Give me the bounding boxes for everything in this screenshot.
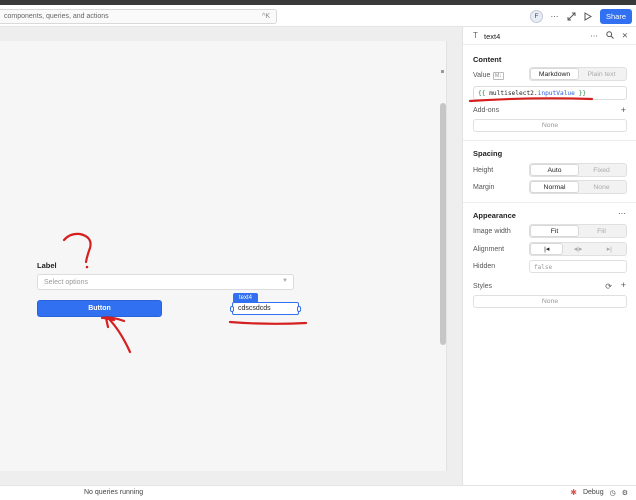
height-option-auto[interactable]: Auto — [531, 165, 578, 175]
section-divider — [463, 140, 636, 141]
expression-property: inputValue — [537, 90, 575, 97]
margin-label: Margin — [473, 184, 495, 191]
styles-label: Styles — [473, 283, 493, 290]
margin-toggle: Normal None — [529, 180, 627, 194]
app-button[interactable]: Button — [37, 300, 162, 317]
app-canvas[interactable] — [0, 41, 447, 471]
gear-icon[interactable]: ⚙ — [622, 489, 628, 497]
margin-option-normal[interactable]: Normal — [531, 182, 578, 192]
history-icon[interactable]: ◷ — [610, 489, 616, 497]
more-icon[interactable]: ⋯ — [618, 209, 626, 218]
styles-none-box[interactable]: None — [473, 295, 627, 308]
multiselect-placeholder: Select options — [44, 278, 88, 286]
resize-handle-right[interactable] — [297, 306, 301, 312]
chevron-down-icon: ▼ — [282, 278, 288, 284]
align-center-icon[interactable]: ◂|▸ — [562, 244, 593, 254]
addons-none-box[interactable]: None — [473, 119, 627, 132]
close-icon[interactable]: ✕ — [622, 31, 628, 41]
queries-status: No queries running — [84, 489, 144, 496]
alignment-label: Alignment — [473, 246, 505, 253]
canvas-scrollbar[interactable] — [440, 103, 446, 345]
add-addon-icon[interactable]: + — [621, 105, 626, 115]
more-icon[interactable]: ⋯ — [549, 11, 560, 22]
value-mode-toggle: Markdown Plain text — [529, 67, 627, 81]
image-width-label: Image width — [473, 228, 511, 235]
canvas-area — [0, 27, 462, 493]
multiselect-label: Label — [37, 261, 57, 270]
search-icon[interactable] — [606, 31, 614, 41]
content-heading: Content — [473, 55, 502, 64]
toolbar-actions: F ⋯ Share — [529, 8, 632, 25]
align-right-icon[interactable]: ▸| — [594, 244, 625, 254]
canvas-corner-marker — [441, 70, 444, 73]
multiselect-input[interactable]: Select options ▼ — [37, 274, 294, 290]
search-shortcut: ^K — [262, 13, 270, 20]
search-input[interactable]: components, queries, and actions ^K — [0, 9, 277, 24]
share-button[interactable]: Share — [599, 9, 632, 24]
reset-icon[interactable]: ⟳ — [605, 282, 612, 291]
debug-label[interactable]: Debug — [583, 489, 604, 496]
expression-object: multiselect2. — [489, 90, 538, 97]
image-width-toggle: Fit Fill — [529, 224, 627, 238]
height-toggle: Auto Fixed — [529, 163, 627, 177]
preview-play-icon[interactable] — [583, 11, 594, 22]
text-component-value: cdscsdcds — [238, 305, 271, 312]
mode-option-markdown[interactable]: Markdown — [531, 69, 578, 79]
inspector-title[interactable]: text4 — [484, 32, 500, 41]
addons-label: Add-ons — [473, 107, 500, 114]
avatar[interactable]: F — [529, 10, 543, 23]
hidden-label: Hidden — [473, 263, 496, 270]
margin-option-none[interactable]: None — [578, 182, 625, 192]
search-placeholder: components, queries, and actions — [4, 13, 109, 20]
spacing-heading: Spacing — [473, 149, 503, 158]
bug-icon[interactable]: ✱ — [570, 488, 577, 497]
image-width-option-fit[interactable]: Fit — [531, 226, 578, 236]
inspector-panel: T text4 ⋯ ✕ Content Value M↓ Markdown Pl… — [462, 27, 636, 485]
add-style-icon[interactable]: + — [621, 280, 626, 290]
expression-open-brace: {{ — [478, 90, 486, 97]
expand-icon[interactable] — [566, 11, 577, 22]
status-bar: No queries running ✱ Debug ◷ ⚙ — [0, 485, 636, 500]
expression-close-brace: }} — [578, 90, 587, 97]
resize-handle-left[interactable] — [230, 306, 234, 312]
markdown-badge: M↓ — [493, 72, 504, 80]
more-icon[interactable]: ⋯ — [590, 31, 598, 41]
height-option-fixed[interactable]: Fixed — [578, 165, 625, 175]
section-divider — [463, 202, 636, 203]
value-label: Value — [473, 72, 491, 79]
inspector-header: T text4 ⋯ ✕ — [463, 27, 636, 45]
align-left-icon[interactable]: |◂ — [531, 244, 563, 254]
component-name-tag[interactable]: text4 — [233, 293, 259, 302]
alignment-toggle: |◂ ◂|▸ ▸| — [529, 242, 627, 256]
appearance-heading: Appearance — [473, 211, 516, 220]
mode-option-plain-text[interactable]: Plain text — [578, 69, 625, 79]
top-toolbar: components, queries, and actions ^K F ⋯ … — [0, 5, 636, 27]
image-width-option-fill[interactable]: Fill — [578, 226, 625, 236]
hidden-input[interactable]: false — [529, 260, 627, 273]
text-type-icon: T — [473, 31, 478, 40]
text-component[interactable]: cdscsdcds — [230, 302, 301, 315]
value-expression-input[interactable]: {{ multiselect2.inputValue }} — [473, 86, 627, 100]
height-label: Height — [473, 167, 494, 174]
